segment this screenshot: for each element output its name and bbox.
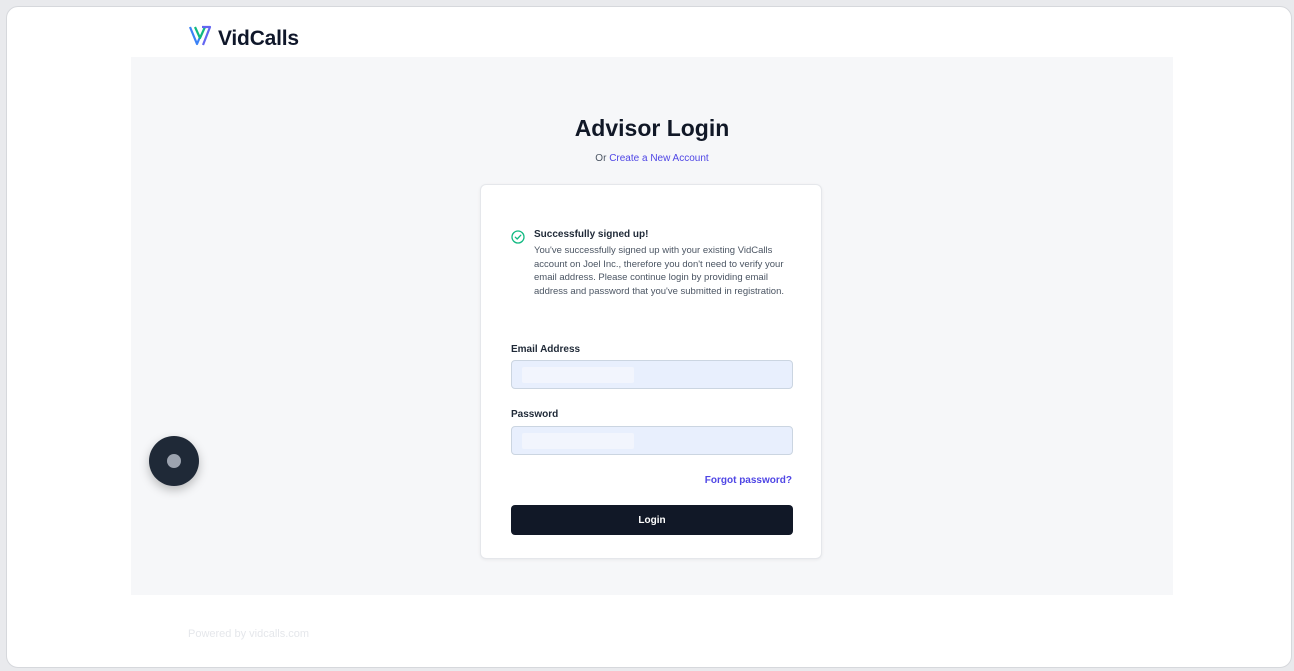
login-card: Successfully signed up! You've successfu… (480, 184, 822, 559)
create-account-link[interactable]: Create a New Account (609, 153, 709, 164)
page-title: Advisor Login (574, 115, 730, 141)
browser-frame: VidCalls Advisor Login Or Create a New A… (6, 6, 1292, 668)
or-text: Or (595, 153, 607, 164)
password-redacted-value (522, 433, 634, 449)
alert-body: You've successfully signed up with your … (534, 245, 785, 297)
record-dot-icon (167, 454, 181, 468)
vidcalls-logo-icon (188, 24, 212, 53)
password-label: Password (511, 409, 559, 420)
brand-logo[interactable]: VidCalls (188, 24, 299, 53)
login-panel: Advisor Login Or Create a New Account Su… (131, 57, 1173, 595)
alert-title: Successfully signed up! (534, 229, 649, 240)
password-field[interactable] (511, 426, 793, 455)
email-field[interactable] (511, 360, 793, 389)
floating-record-button[interactable] (149, 436, 199, 486)
email-redacted-value (522, 367, 634, 383)
subtitle: Or Create a New Account (131, 153, 1173, 164)
check-circle-icon (511, 229, 525, 298)
forgot-password-link[interactable]: Forgot password? (705, 475, 792, 486)
alert-content: Successfully signed up! You've successfu… (534, 229, 801, 298)
login-button[interactable]: Login (511, 505, 793, 535)
success-alert: Successfully signed up! You've successfu… (511, 229, 801, 298)
brand-name: VidCalls (218, 26, 299, 50)
footer-text: Powered by vidcalls.com (188, 628, 310, 640)
email-label: Email Address (511, 344, 581, 355)
